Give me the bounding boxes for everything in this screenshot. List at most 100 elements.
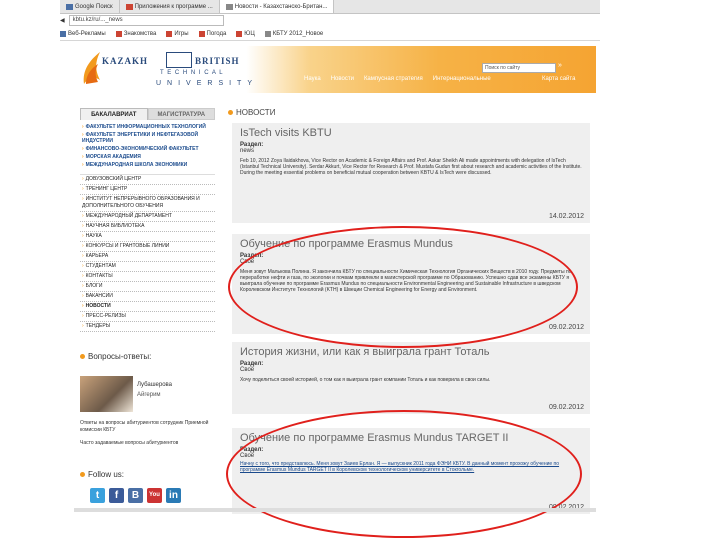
- sidebar-item-label: ФАКУЛЬТЕТ ЭНЕРГЕТИКИ И НЕФТЕГАЗОВОЙ ИНДУ…: [82, 132, 199, 144]
- arrow-bullet-icon: ›: [82, 162, 84, 168]
- kbtu-favicon-icon: [225, 3, 233, 10]
- arrow-bullet-icon: ›: [82, 186, 84, 192]
- consultant-role: Айгерим: [137, 392, 161, 398]
- bookmark-item[interactable]: Веб-Рекламы: [60, 31, 106, 37]
- sidebar-link-label: МЕЖДУНАРОДНЫЙ ДЕПАРТАМЕНТ: [85, 213, 172, 219]
- news-item-body[interactable]: Начну с того, что представлюсь. Меня зов…: [240, 461, 582, 473]
- header-nav-link[interactable]: Интернациональные: [433, 76, 491, 82]
- youtube-icon[interactable]: You: [147, 488, 162, 503]
- twitter-icon[interactable]: t: [90, 488, 105, 503]
- orange-dot-icon: [80, 354, 85, 359]
- sidebar-item-faculty[interactable]: › ФАКУЛЬТЕТ ИНФОРМАЦИОННЫХ ТЕХНОЛОГИЙ: [82, 124, 215, 130]
- bookmark-item[interactable]: Погода: [198, 31, 227, 37]
- sidebar-link-current[interactable]: › НОВОСТИ: [80, 302, 215, 312]
- address-bar: ◀ kbtu.kz/ru/..._news: [60, 14, 600, 26]
- sidebar-link[interactable]: › ТРЕНИНГ ЦЕНТР: [80, 185, 215, 195]
- vkontakte-icon[interactable]: B: [128, 488, 143, 503]
- sidebar-item-faculty[interactable]: › ФИНАНСОВО-ЭКОНОМИЧЕСКИЙ ФАКУЛЬТЕТ: [82, 146, 215, 152]
- flame-logo-icon: [83, 52, 100, 84]
- bookmarks-bar: Веб-Рекламы Знакомства Игры Погода ЮЦ КБ…: [60, 28, 600, 41]
- sidebar: БАКАЛАВРИАТ МАГИСТРАТУРА › ФАКУЛЬТЕТ ИНФО…: [80, 108, 215, 508]
- sidebar-item-faculty[interactable]: › МОРСКАЯ АКАДЕМИЯ: [82, 154, 215, 160]
- sidebar-link[interactable]: › КОНТАКТЫ: [80, 272, 215, 282]
- sidebar-link[interactable]: › НАУЧНАЯ БИБЛИОТЕКА: [80, 222, 215, 232]
- facebook-icon[interactable]: f: [109, 488, 124, 503]
- sidebar-item-label: ФАКУЛЬТЕТ ИНФОРМАЦИОННЫХ ТЕХНОЛОГИЙ: [85, 124, 206, 130]
- news-item-title[interactable]: История жизни, или как я выиграла грант …: [240, 346, 590, 358]
- arrow-bullet-icon: ›: [82, 233, 84, 239]
- sitemap-link[interactable]: Карта сайта: [542, 76, 575, 82]
- linkedin-icon[interactable]: in: [166, 488, 181, 503]
- logo-text-technical: T E C H N I C A L: [160, 70, 224, 76]
- news-item: Обучение по программе Erasmus Mundus TAR…: [232, 428, 590, 514]
- sidebar-link[interactable]: › ИНСТИТУТ НЕПРЕРЫВНОГО ОБРАЗОВАНИЯ И ДОП…: [80, 195, 215, 212]
- qa-section-title: Вопросы-ответы:: [80, 352, 151, 361]
- sidebar-link[interactable]: › КОНКУРСЫ И ГРАНТОВЫЕ ЛИНИИ: [80, 242, 215, 252]
- follow-title-text: Follow us:: [88, 470, 125, 479]
- tab-master[interactable]: МАГИСТРАТУРА: [147, 108, 215, 120]
- consultant-name: Лубашерова: [137, 382, 172, 388]
- news-item-title[interactable]: IsTech visits KBTU: [240, 127, 590, 139]
- tab-bachelor[interactable]: БАКАЛАВРИАТ: [80, 108, 148, 120]
- tab-label: Google Поиск: [75, 3, 113, 10]
- arrow-bullet-icon: ›: [82, 263, 84, 269]
- sidebar-link[interactable]: › ВАКАНСИИ: [80, 292, 215, 302]
- sidebar-tabs: БАКАЛАВРИАТ МАГИСТРАТУРА: [80, 108, 215, 120]
- header-nav-link[interactable]: Наука: [304, 76, 321, 82]
- sidebar-link-label: ДОВУЗОВСКИЙ ЦЕНТР: [85, 176, 142, 182]
- sidebar-link[interactable]: › НАУКА: [80, 232, 215, 242]
- sidebar-link[interactable]: › БЛОГИ: [80, 282, 215, 292]
- faq-link[interactable]: Часто задаваемые вопросы абитуриентов: [80, 440, 215, 446]
- news-item-title[interactable]: Обучение по программе Erasmus Mundus: [240, 238, 590, 250]
- news-item-section: Своё: [240, 367, 255, 373]
- arrow-bullet-icon: ›: [82, 213, 84, 219]
- sidebar-link-label: СТУДЕНТАМ: [85, 263, 116, 269]
- google-favicon-icon: [66, 3, 73, 10]
- news-section-title: НОВОСТИ: [228, 108, 275, 117]
- bookmark-label: Погода: [206, 31, 227, 37]
- follow-us-title: Follow us:: [80, 470, 124, 479]
- sidebar-item-faculty[interactable]: › МЕЖДУНАРОДНАЯ ШКОЛА ЭКОНОМИКИ: [82, 162, 215, 168]
- sidebar-item-faculty[interactable]: › ФАКУЛЬТЕТ ЭНЕРГЕТИКИ И НЕФТЕГАЗОВОЙ ИНД…: [82, 132, 215, 144]
- news-item-title[interactable]: Обучение по программе Erasmus Mundus TAR…: [240, 432, 590, 444]
- arrow-bullet-icon: ›: [82, 273, 84, 279]
- site-search-input[interactable]: Поиск по сайту: [482, 63, 556, 73]
- browser-tab[interactable]: Приложения к программе ...: [120, 0, 220, 13]
- bookmark-item[interactable]: Знакомства: [115, 31, 156, 37]
- sidebar-link[interactable]: › ДОВУЗОВСКИЙ ЦЕНТР: [80, 175, 215, 185]
- sidebar-link[interactable]: › МЕЖДУНАРОДНЫЙ ДЕПАРТАМЕНТ: [80, 212, 215, 222]
- page-bottom-border: [74, 508, 596, 512]
- bookmark-item[interactable]: ЮЦ: [236, 31, 255, 37]
- bookmark-icon: [264, 31, 271, 37]
- bookmark-icon: [198, 31, 205, 37]
- university-logo[interactable]: KAZAKH BRITISH T E C H N I C A L UNIVERS…: [80, 50, 252, 88]
- qa-description[interactable]: Ответы на вопросы абитуриентов сотрудник…: [80, 420, 215, 434]
- bookmark-item[interactable]: Игры: [166, 31, 189, 37]
- header-nav: Наука Новости Кампусная стратегия Интерн…: [304, 76, 491, 82]
- sidebar-link-list: › ДОВУЗОВСКИЙ ЦЕНТР › ТРЕНИНГ ЦЕНТР › ИНСТИ…: [80, 174, 215, 332]
- sidebar-link-label: КОНТАКТЫ: [85, 273, 113, 279]
- sidebar-link[interactable]: › КАРЬЕРА: [80, 252, 215, 262]
- header-nav-link[interactable]: Кампусная стратегия: [364, 76, 423, 82]
- url-field[interactable]: kbtu.kz/ru/..._news: [68, 14, 224, 26]
- news-item-section: news: [240, 148, 255, 154]
- search-go-button[interactable]: »: [558, 62, 567, 71]
- sidebar-link-label: НАУЧНАЯ БИБЛИОТЕКА: [85, 223, 145, 229]
- browser-tab[interactable]: Google Поиск: [60, 0, 120, 13]
- news-item: Обучение по программе Erasmus Mundus Раз…: [232, 234, 590, 334]
- browser-tab-active[interactable]: Новости - Казахстанско-Британ...: [219, 0, 335, 13]
- header-nav-link[interactable]: Новости: [331, 76, 354, 82]
- back-icon[interactable]: ◀: [60, 17, 65, 24]
- sidebar-link-label: НОВОСТИ: [85, 303, 111, 309]
- sidebar-link[interactable]: › ПРЕСС-РЕЛИЗЫ: [80, 312, 215, 322]
- sidebar-link[interactable]: › СТУДЕНТАМ: [80, 262, 215, 272]
- bookmark-icon: [60, 31, 66, 37]
- news-item-section: Своё: [240, 259, 255, 265]
- arrow-bullet-icon: ›: [82, 243, 84, 249]
- bookmark-item[interactable]: КБТУ 2012_Новое: [264, 31, 324, 37]
- bookmark-label: КБТУ 2012_Новое: [272, 31, 324, 37]
- sidebar-item-label: МОРСКАЯ АКАДЕМИЯ: [85, 154, 141, 160]
- sidebar-link-label: ВАКАНСИИ: [85, 293, 113, 299]
- sidebar-link[interactable]: › ТЕНДЕРЫ: [80, 322, 215, 332]
- news-item-section: Своё: [240, 453, 255, 459]
